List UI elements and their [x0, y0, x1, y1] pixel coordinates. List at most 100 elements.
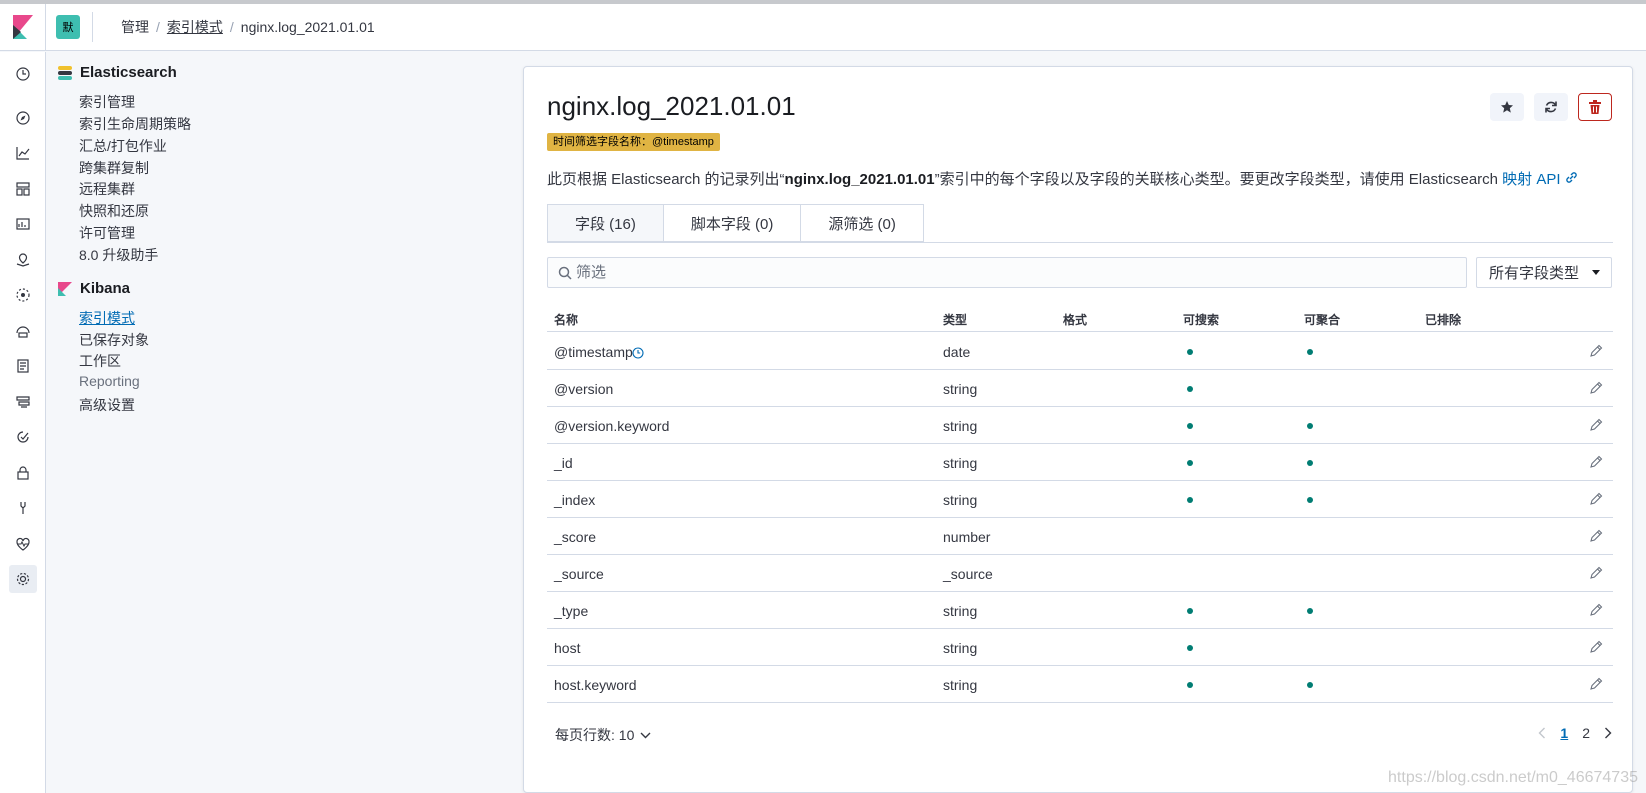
field-name: host.keyword	[554, 677, 637, 693]
space-avatar[interactable]: 默	[56, 15, 80, 39]
field-type: string	[943, 640, 978, 656]
rows-per-page-button[interactable]: 每页行数: 10	[555, 725, 651, 745]
sidebar-item-spaces[interactable]: 工作区	[79, 351, 121, 371]
field-type: _source	[943, 566, 993, 582]
sidebar-item-license[interactable]: 许可管理	[79, 223, 135, 243]
table-row: _source _source	[547, 555, 1613, 592]
table-row: _index string	[547, 481, 1613, 518]
page-description: 此页根据 Elasticsearch 的记录列出“nginx.log_2021.…	[547, 168, 1578, 189]
column-header-type[interactable]: 类型	[943, 311, 967, 328]
time-field-clock-icon	[632, 347, 644, 359]
sidebar-item-ccr[interactable]: 跨集群复制	[79, 158, 149, 178]
sidebar-item-remote-clusters[interactable]: 远程集群	[79, 179, 135, 199]
compass-icon[interactable]	[9, 104, 37, 132]
table-row: host.keyword string	[547, 666, 1613, 703]
pagination: 1 2	[1538, 725, 1612, 741]
sidebar-item-index-management[interactable]: 索引管理	[79, 92, 135, 112]
pencil-icon[interactable]	[1589, 677, 1603, 691]
set-default-button[interactable]	[1490, 93, 1524, 121]
field-name: _score	[554, 529, 597, 545]
aggregatable-indicator	[1307, 460, 1313, 466]
chevron-left-icon[interactable]	[1538, 727, 1546, 739]
time-field-badge: 时间筛选字段名称：@timestamp	[547, 133, 720, 151]
sidebar-item-snapshot-restore[interactable]: 快照和还原	[79, 201, 149, 221]
maps-icon[interactable]	[9, 246, 37, 274]
tab-fields[interactable]: 字段 (16)	[547, 204, 664, 242]
monitoring-icon[interactable]	[9, 530, 37, 558]
sidebar-item-upgrade-assistant[interactable]: 8.0 升级助手	[79, 245, 158, 265]
dashboard-icon[interactable]	[9, 175, 37, 203]
infrastructure-icon[interactable]	[9, 317, 37, 345]
breadcrumb-index-patterns[interactable]: 索引模式	[167, 17, 223, 37]
column-header-excluded[interactable]: 已排除	[1425, 311, 1461, 328]
management-sidenav: Elasticsearch 索引管理 索引生命周期策略 汇总/打包作业 跨集群复…	[46, 52, 506, 793]
tabs-divider	[547, 242, 1613, 243]
logs-icon[interactable]	[9, 352, 37, 380]
visualize-icon[interactable]	[9, 139, 37, 167]
searchable-indicator	[1187, 497, 1193, 503]
caret-down-icon	[1592, 269, 1600, 275]
pencil-icon[interactable]	[1589, 418, 1603, 432]
tab-scripted-fields[interactable]: 脚本字段 (0)	[663, 204, 802, 242]
field-name: @timestamp	[554, 344, 633, 360]
field-name: _source	[554, 566, 604, 582]
page-button-1[interactable]: 1	[1560, 725, 1568, 741]
filter-input[interactable]	[576, 264, 1456, 281]
ml-icon[interactable]	[9, 281, 37, 309]
field-type: string	[943, 381, 978, 397]
mapping-api-link[interactable]: 映射 API	[1502, 171, 1578, 188]
sidebar-item-saved-objects[interactable]: 已保存对象	[79, 330, 149, 350]
search-icon	[558, 266, 572, 280]
uptime-icon[interactable]	[9, 423, 37, 451]
sidebar-item-ilm[interactable]: 索引生命周期策略	[79, 114, 191, 134]
page-actions	[1490, 93, 1612, 121]
table-row: @version.keyword string	[547, 407, 1613, 444]
searchable-indicator	[1187, 645, 1193, 651]
page-title: nginx.log_2021.01.01	[547, 91, 796, 121]
page-button-2[interactable]: 2	[1582, 725, 1590, 741]
field-type: date	[943, 344, 971, 360]
pencil-icon[interactable]	[1589, 492, 1603, 506]
aggregatable-indicator	[1307, 682, 1313, 688]
clock-icon[interactable]	[9, 60, 37, 88]
searchable-indicator	[1187, 349, 1193, 355]
field-type: string	[943, 418, 978, 434]
table-row: host string	[547, 629, 1613, 666]
pencil-icon[interactable]	[1589, 455, 1603, 469]
aggregatable-indicator	[1307, 497, 1313, 503]
kibana-logo-icon	[58, 281, 72, 296]
filter-field	[547, 257, 1467, 288]
field-type: string	[943, 677, 978, 693]
sidebar-item-rollup-jobs[interactable]: 汇总/打包作业	[79, 136, 167, 156]
siem-icon[interactable]	[9, 459, 37, 487]
field-type-select-value: 所有字段类型	[1489, 265, 1580, 282]
breadcrumb-management[interactable]: 管理	[121, 17, 149, 37]
management-icon[interactable]	[9, 565, 37, 593]
index-pattern-panel: nginx.log_2021.01.01 时间筛选字段名称：@timestamp…	[523, 66, 1633, 793]
field-type-select[interactable]: 所有字段类型	[1476, 257, 1612, 288]
sidebar-item-index-patterns[interactable]: 索引模式	[79, 308, 135, 328]
refresh-fields-button[interactable]	[1534, 93, 1568, 121]
breadcrumb: 管理 / 索引模式 / nginx.log_2021.01.01	[121, 17, 375, 37]
searchable-indicator	[1187, 682, 1193, 688]
sidebar-item-reporting[interactable]: Reporting	[79, 373, 140, 389]
apm-icon[interactable]	[9, 388, 37, 416]
column-header-name[interactable]: 名称	[554, 311, 578, 328]
delete-index-pattern-button[interactable]	[1578, 93, 1612, 121]
column-header-searchable[interactable]: 可搜索	[1183, 311, 1219, 328]
table-row: _type string	[547, 592, 1613, 629]
pencil-icon[interactable]	[1589, 566, 1603, 580]
canvas-icon[interactable]	[9, 210, 37, 238]
dev-tools-icon[interactable]	[9, 494, 37, 522]
tab-source-filters[interactable]: 源筛选 (0)	[801, 204, 924, 242]
chevron-right-icon[interactable]	[1604, 727, 1612, 739]
sidebar-item-advanced-settings[interactable]: 高级设置	[79, 395, 135, 415]
pencil-icon[interactable]	[1589, 603, 1603, 617]
kibana-logo[interactable]	[0, 3, 46, 51]
pencil-icon[interactable]	[1589, 640, 1603, 654]
pencil-icon[interactable]	[1589, 344, 1603, 358]
pencil-icon[interactable]	[1589, 529, 1603, 543]
column-header-aggregatable[interactable]: 可聚合	[1304, 311, 1340, 328]
pencil-icon[interactable]	[1589, 381, 1603, 395]
chevron-down-icon	[640, 732, 651, 738]
